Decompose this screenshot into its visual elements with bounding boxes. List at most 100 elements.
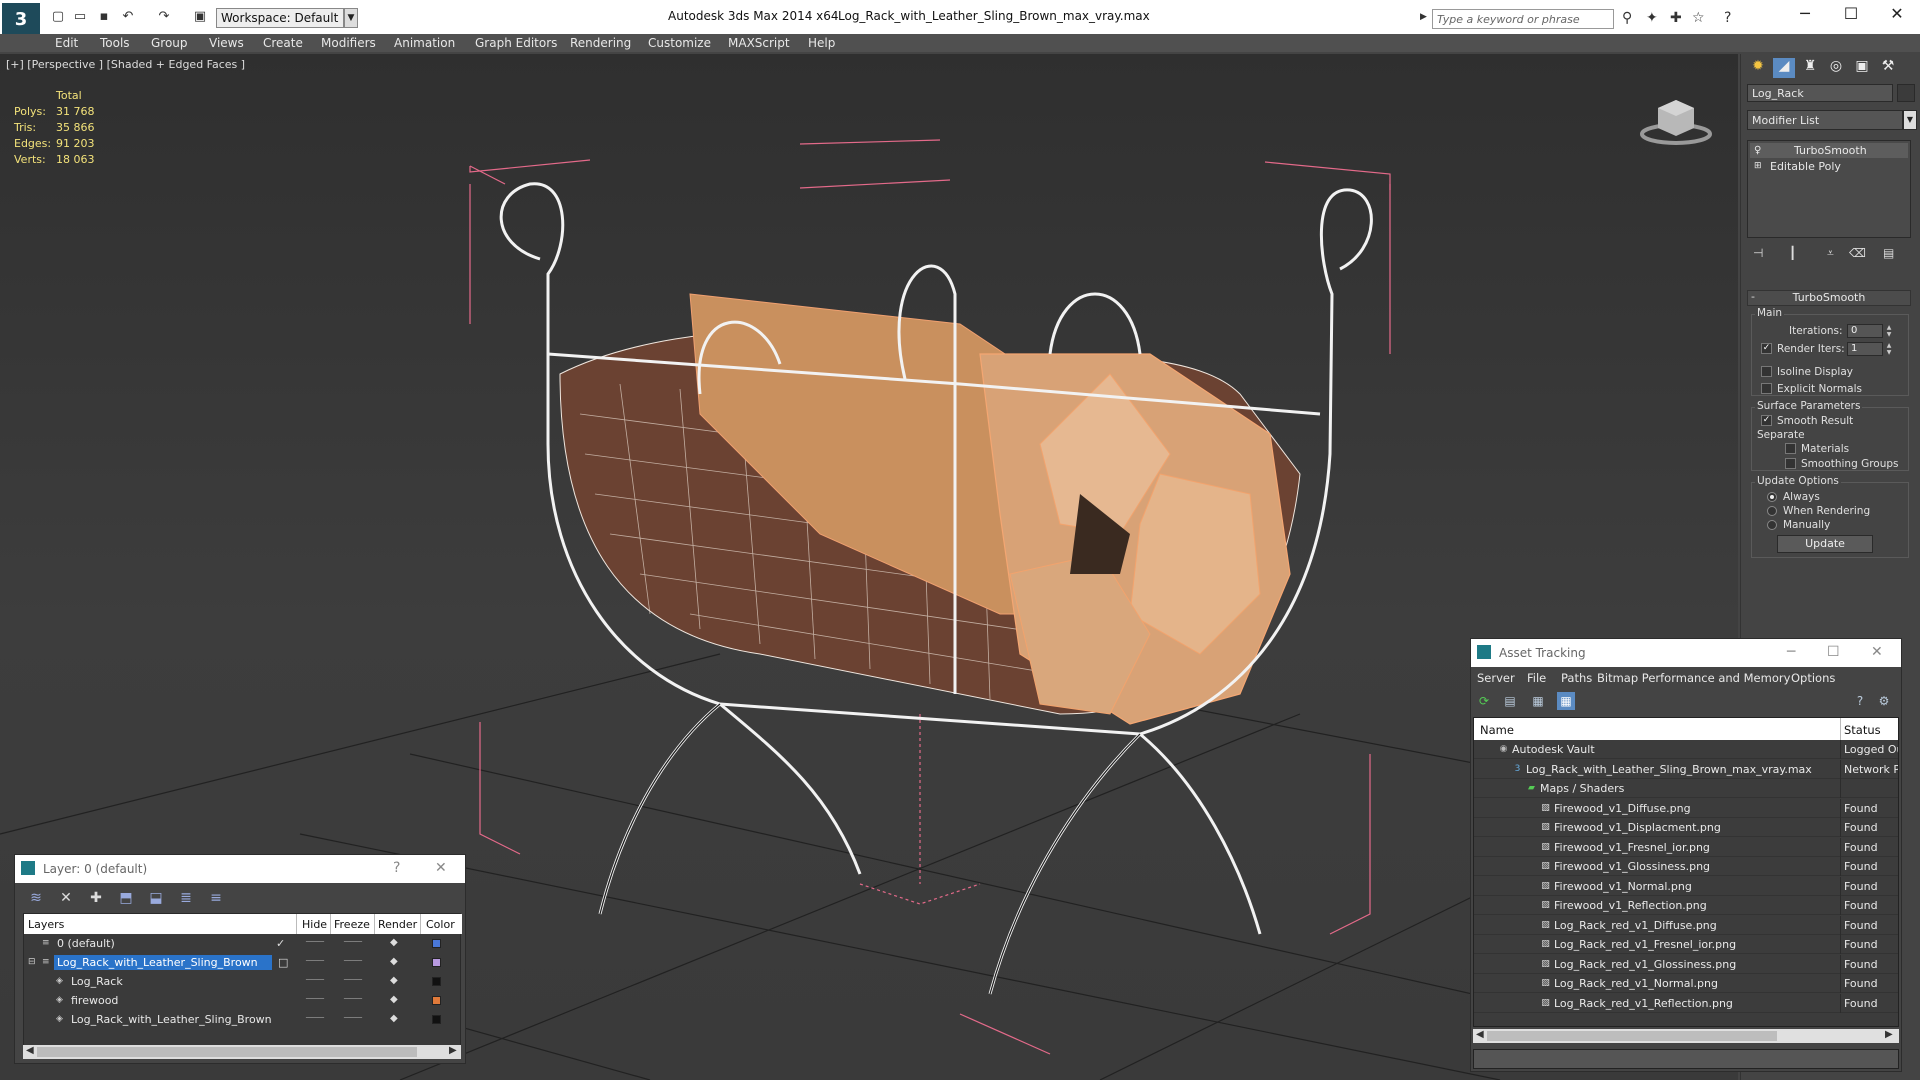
layer-row[interactable]: ⊟ ≡ Log_Rack_with_Leather_Sling_Brown □ … [24,953,462,972]
open-file-icon[interactable]: ▭ [72,9,88,25]
viewcube-icon[interactable] [1636,90,1716,150]
layer-color-swatch[interactable] [432,996,441,1005]
add-layer-icon[interactable]: ✚ [87,889,105,907]
scrollbar-thumb[interactable] [37,1047,417,1057]
scroll-right-icon[interactable]: ▶ [449,1045,457,1056]
hierarchy-tab-icon[interactable]: ♜ [1799,58,1821,78]
freeze-toggle[interactable]: ─── [344,975,362,986]
menu-create[interactable]: Create [263,36,303,50]
remove-modifier-icon[interactable]: ⌫ [1849,246,1866,260]
isoline-display-checkbox[interactable] [1761,366,1772,377]
asset-maximize-button[interactable]: ☐ [1827,644,1840,660]
asset-menu-options[interactable]: Options [1791,671,1835,685]
asset-row[interactable]: ◉ Autodesk Vault Logged Ou [1474,740,1898,759]
asset-row[interactable]: ▧ Firewood_v1_Glossiness.png Found [1474,857,1898,876]
render-teapot-icon[interactable]: ◆ [390,994,398,1005]
asset-horizontal-scrollbar[interactable]: ◀ ▶ [1473,1029,1899,1043]
expand-plus-icon[interactable]: ⊞ [1754,159,1762,174]
header-hide[interactable]: Hide [302,918,327,931]
turbosmooth-rollout-title[interactable]: TurboSmooth [1747,290,1911,306]
layer-name[interactable]: Log_Rack_with_Leather_Sling_Brown [54,955,272,970]
favorites-star-icon[interactable]: ☆ [1692,10,1705,26]
asset-menu-file[interactable]: File [1527,671,1546,685]
asset-row[interactable]: 3 Log_Rack_with_Leather_Sling_Brown_max_v… [1474,759,1898,779]
highlight-layer-icon[interactable]: ≣ [177,889,195,907]
layer-help-button[interactable]: ? [393,860,400,876]
help-icon[interactable]: ? [1724,10,1731,26]
asset-path-field[interactable] [1473,1049,1899,1069]
delete-layer-icon[interactable]: ✕ [57,889,75,907]
show-end-result-icon[interactable]: ┃ [1789,246,1796,260]
layer-color-swatch[interactable] [432,958,441,967]
freeze-toggle[interactable]: ─── [344,994,362,1005]
refresh-icon[interactable]: ⟳ [1475,692,1493,710]
scroll-left-icon[interactable]: ◀ [1476,1029,1484,1040]
lightbulb-icon[interactable]: ♀ [1754,143,1761,158]
materials-checkbox[interactable] [1785,443,1796,454]
asset-row[interactable]: ▧ Firewood_v1_Displacment.png Found [1474,818,1898,837]
display-tab-icon[interactable]: ▣ [1851,58,1873,78]
hide-toggle[interactable]: ─── [306,975,324,986]
object-name-input[interactable]: Log_Rack [1747,84,1893,102]
collapse-icon[interactable]: ⊟ [28,957,38,967]
menu-tools[interactable]: Tools [100,36,130,50]
render-iters-spinner-arrows-icon[interactable]: ▲ ▼ [1885,342,1893,356]
workspace-dropdown[interactable]: Workspace: Default [216,8,344,28]
scrollbar-thumb[interactable] [1487,1031,1777,1041]
layer-row[interactable]: ◈ firewood ─── ─── ◆ [24,991,462,1010]
menu-customize[interactable]: Customize [648,36,711,50]
iterations-spinner[interactable]: 0 [1847,324,1883,338]
layer-color-swatch[interactable] [432,939,441,948]
layer-name[interactable]: Log_Rack_with_Leather_Sling_Brown [68,1012,275,1027]
binoculars-icon[interactable]: ⚲ [1622,10,1632,26]
asset-settings-icon[interactable]: ⚙ [1875,692,1893,710]
asset-close-button[interactable]: ✕ [1871,644,1883,660]
thumbnail-view-icon[interactable]: ▦ [1529,692,1547,710]
manually-radio[interactable] [1767,520,1777,530]
header-name[interactable]: Name [1480,723,1514,737]
hide-toggle[interactable]: ─── [306,937,324,948]
make-unique-icon[interactable]: ⩡ [1827,246,1834,261]
always-radio[interactable] [1767,492,1777,502]
communication-icon[interactable]: ✚ [1670,10,1682,26]
new-file-icon[interactable]: ▢ [50,9,66,25]
hide-toggle[interactable]: ─── [306,956,324,967]
list-view-icon[interactable]: ▤ [1501,692,1519,710]
subscription-icon[interactable]: ✦ [1646,10,1658,26]
menu-graph-editors[interactable]: Graph Editors [475,36,557,50]
menu-modifiers[interactable]: Modifiers [321,36,376,50]
asset-window-titlebar[interactable]: Asset Tracking ─ ☐ ✕ [1471,639,1901,667]
asset-minimize-button[interactable]: ─ [1787,644,1795,660]
redo-icon[interactable]: ↷ [156,9,172,25]
freeze-toggle[interactable]: ─── [344,956,362,967]
asset-help-icon[interactable]: ? [1851,692,1869,710]
project-folder-icon[interactable]: ▣ [192,9,208,25]
modify-tab-icon[interactable]: ◢ [1773,58,1795,78]
asset-row[interactable]: ▧ Log_Rack_red_v1_Diffuse.png Found [1474,915,1898,935]
menu-rendering[interactable]: Rendering [570,36,631,50]
menu-edit[interactable]: Edit [55,36,78,50]
asset-row[interactable]: ▧ Firewood_v1_Normal.png Found [1474,876,1898,896]
app-logo-icon[interactable]: 3 [2,3,40,35]
select-in-layer-icon[interactable]: ⬓ [147,889,165,907]
render-teapot-icon[interactable]: ◆ [390,975,398,986]
stack-item-editable-poly[interactable]: ⊞ Editable Poly [1750,159,1908,174]
layer-settings-icon[interactable]: ≋ [27,889,45,907]
menu-views[interactable]: Views [209,36,244,50]
layer-row[interactable]: ◈ Log_Rack ─── ─── ◆ [24,972,462,991]
when-rendering-radio[interactable] [1767,506,1777,516]
make-current-box-icon[interactable]: □ [278,956,288,969]
create-tab-icon[interactable]: ✹ [1747,58,1769,78]
header-color[interactable]: Color [426,918,455,931]
save-icon[interactable]: ▪ [96,9,112,25]
close-button[interactable]: ✕ [1882,4,1912,23]
layer-name[interactable]: 0 (default) [54,936,118,951]
header-render[interactable]: Render [378,918,417,931]
menu-maxscript[interactable]: MAXScript [728,36,790,50]
layer-name[interactable]: Log_Rack [68,974,126,989]
layer-color-swatch[interactable] [432,977,441,986]
render-iters-spinner[interactable]: 1 [1847,342,1883,356]
workspace-arrow-icon[interactable]: ▼ [344,8,358,28]
header-freeze[interactable]: Freeze [334,918,370,931]
asset-menu-paths[interactable]: Paths [1561,671,1592,685]
